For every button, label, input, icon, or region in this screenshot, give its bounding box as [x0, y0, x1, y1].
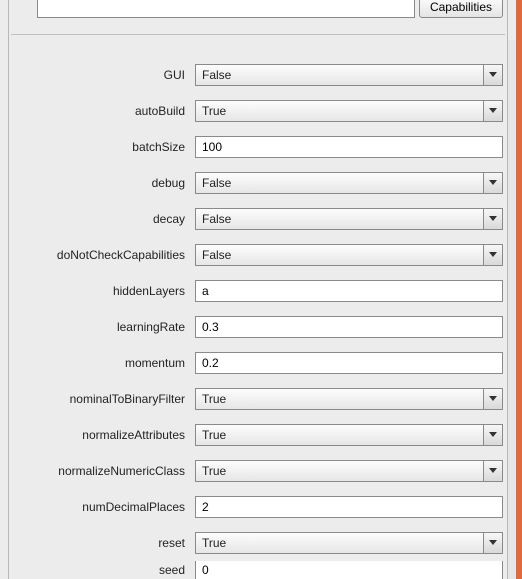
combo-debug[interactable]: False: [195, 172, 503, 194]
label-nominalToBinaryFilter: nominalToBinaryFilter: [13, 392, 195, 406]
combo-value-autoBuild: True: [196, 101, 483, 121]
label-debug: debug: [13, 176, 195, 190]
label-doNotCheckCapabilities: doNotCheckCapabilities: [13, 248, 195, 262]
label-autoBuild: autoBuild: [13, 104, 195, 118]
combo-value-normalizeNumericClass: True: [196, 461, 483, 481]
combo-normalizeNumericClass[interactable]: True: [195, 460, 503, 482]
combo-normalizeAttributes[interactable]: True: [195, 424, 503, 446]
row-seed: seed: [13, 561, 503, 579]
row-decay: decay False: [13, 201, 503, 237]
label-batchSize: batchSize: [13, 140, 195, 154]
scroll-track[interactable]: [507, 40, 516, 579]
combo-nominalToBinaryFilter[interactable]: True: [195, 388, 503, 410]
label-normalizeAttributes: normalizeAttributes: [13, 428, 195, 442]
combo-value-reset: True: [196, 533, 483, 553]
combo-value-GUI: False: [196, 65, 483, 85]
row-learningRate: learningRate: [13, 309, 503, 345]
chevron-down-icon: [483, 533, 502, 553]
label-seed: seed: [13, 563, 195, 577]
row-normalizeNumericClass: normalizeNumericClass True: [13, 453, 503, 489]
chevron-down-icon: [483, 101, 502, 121]
combo-value-doNotCheckCapabilities: False: [196, 245, 483, 265]
row-nominalToBinaryFilter: nominalToBinaryFilter True: [13, 381, 503, 417]
row-autoBuild: autoBuild True: [13, 93, 503, 129]
row-numDecimalPlaces: numDecimalPlaces: [13, 489, 503, 525]
row-debug: debug False: [13, 165, 503, 201]
label-normalizeNumericClass: normalizeNumericClass: [13, 464, 195, 478]
input-seed[interactable]: [195, 561, 503, 579]
options-grid: GUI False autoBuild True: [9, 37, 507, 579]
row-hiddenLayers: hiddenLayers: [13, 273, 503, 309]
label-numDecimalPlaces: numDecimalPlaces: [13, 500, 195, 514]
combo-value-nominalToBinaryFilter: True: [196, 389, 483, 409]
options-panel: Capabilities GUI False autoBuild: [8, 0, 508, 579]
row-reset: reset True: [13, 525, 503, 561]
combo-value-debug: False: [196, 173, 483, 193]
combo-GUI[interactable]: False: [195, 64, 503, 86]
label-reset: reset: [13, 536, 195, 550]
chevron-down-icon: [483, 389, 502, 409]
input-batchSize[interactable]: [195, 136, 503, 158]
separator: [11, 34, 505, 35]
label-momentum: momentum: [13, 356, 195, 370]
combo-value-decay: False: [196, 209, 483, 229]
label-learningRate: learningRate: [13, 320, 195, 334]
input-hiddenLayers[interactable]: [195, 280, 503, 302]
combo-doNotCheckCapabilities[interactable]: False: [195, 244, 503, 266]
input-learningRate[interactable]: [195, 316, 503, 338]
combo-value-normalizeAttributes: True: [196, 425, 483, 445]
chevron-down-icon: [483, 425, 502, 445]
command-input[interactable]: [37, 0, 415, 18]
input-momentum[interactable]: [195, 352, 503, 374]
top-row: Capabilities: [9, 0, 507, 34]
row-GUI: GUI False: [13, 57, 503, 93]
label-hiddenLayers: hiddenLayers: [13, 284, 195, 298]
combo-decay[interactable]: False: [195, 208, 503, 230]
capabilities-button[interactable]: Capabilities: [419, 0, 503, 18]
window-right-edge: [516, 0, 522, 579]
combo-autoBuild[interactable]: True: [195, 100, 503, 122]
row-batchSize: batchSize: [13, 129, 503, 165]
row-normalizeAttributes: normalizeAttributes True: [13, 417, 503, 453]
chevron-down-icon: [483, 245, 502, 265]
chevron-down-icon: [483, 65, 502, 85]
chevron-down-icon: [483, 173, 502, 193]
label-GUI: GUI: [13, 68, 195, 82]
row-doNotCheckCapabilities: doNotCheckCapabilities False: [13, 237, 503, 273]
row-momentum: momentum: [13, 345, 503, 381]
chevron-down-icon: [483, 209, 502, 229]
combo-reset[interactable]: True: [195, 532, 503, 554]
label-decay: decay: [13, 212, 195, 226]
input-numDecimalPlaces[interactable]: [195, 496, 503, 518]
chevron-down-icon: [483, 461, 502, 481]
